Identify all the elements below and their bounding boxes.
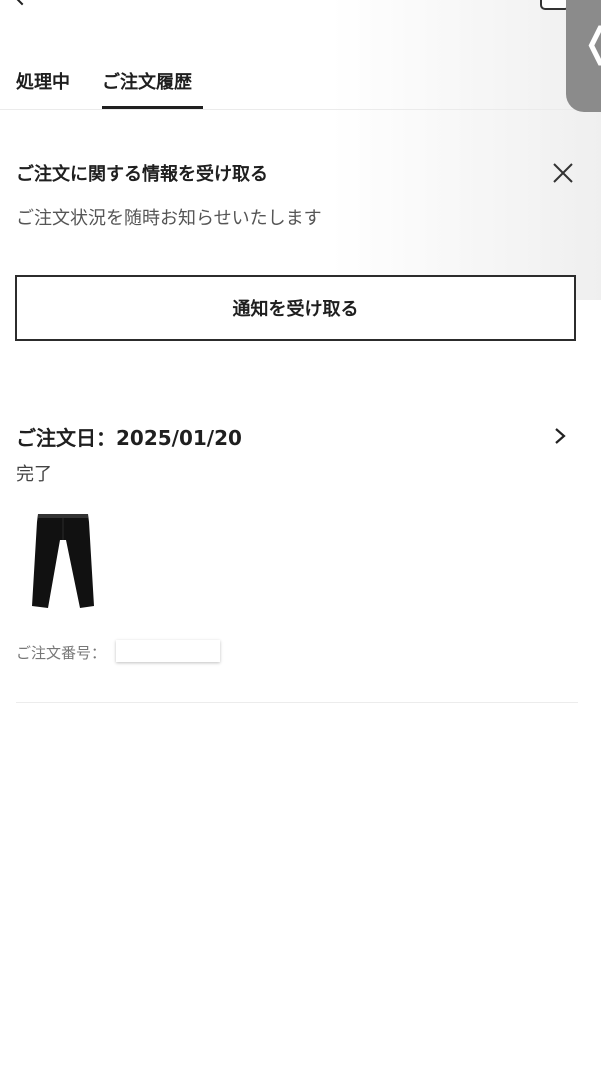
order-date: ご注文日：2025/01/20 bbox=[16, 426, 242, 450]
order-number-label: ご注文番号： bbox=[16, 644, 107, 662]
notice-title: ご注文に関する情報を受け取る bbox=[16, 164, 268, 185]
order-status: 完了 bbox=[16, 464, 52, 485]
tab-order-history[interactable]: ご注文履歴 bbox=[102, 68, 192, 94]
notice-description: ご注文状況を随時お知らせいたします bbox=[16, 208, 322, 229]
tab-divider bbox=[0, 109, 601, 110]
chevron-right-icon bbox=[555, 428, 566, 444]
chevron-left-icon: ❬ bbox=[580, 23, 601, 63]
tab-bar: 処理中 ご注文履歴 bbox=[0, 0, 601, 110]
close-icon bbox=[553, 163, 573, 183]
tab-processing[interactable]: 処理中 bbox=[16, 68, 70, 94]
order-card[interactable]: ご注文日：2025/01/20 完了 ご注文番号： bbox=[0, 410, 601, 703]
receive-notifications-label: 通知を受け取る bbox=[232, 299, 359, 320]
order-divider bbox=[16, 702, 578, 703]
side-panel-handle[interactable]: ❬ bbox=[566, 0, 601, 112]
receive-notifications-button[interactable]: 通知を受け取る bbox=[15, 275, 576, 341]
order-number-value bbox=[116, 640, 220, 662]
close-button[interactable] bbox=[548, 158, 578, 188]
pants-image bbox=[32, 514, 94, 608]
